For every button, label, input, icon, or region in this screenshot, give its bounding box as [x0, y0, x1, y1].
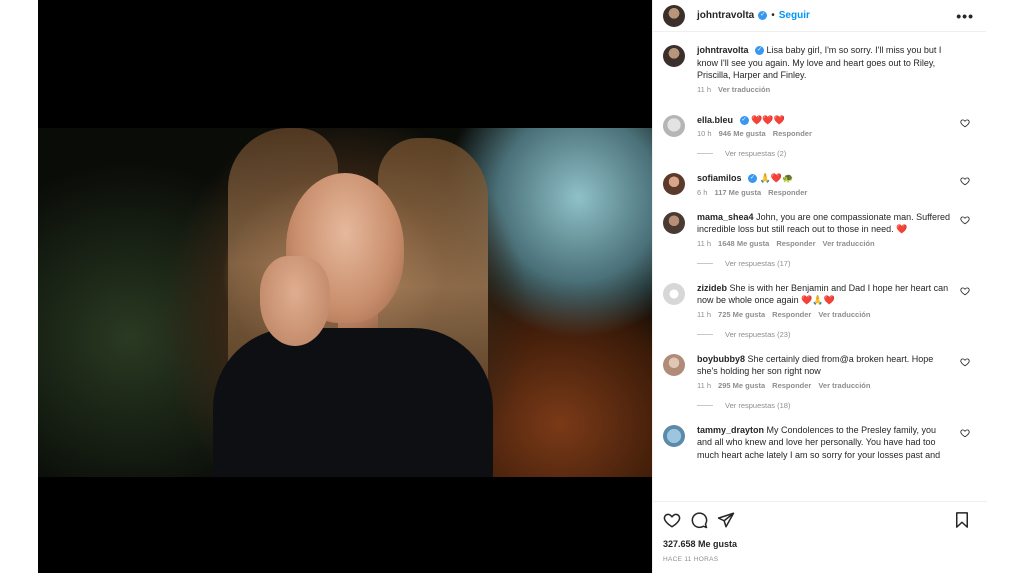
comment-item: tammy_drayton My Condolences to the Pres…: [663, 424, 978, 462]
verified-badge-icon: ✓: [755, 46, 765, 56]
translate-link[interactable]: Ver traducción: [823, 239, 875, 248]
comments-list[interactable]: johntravolta ✓ Lisa baby girl, I'm so so…: [653, 32, 986, 502]
post-header: johntravolta ✓ • Seguir •••: [653, 0, 986, 32]
reply-button[interactable]: Responder: [772, 381, 811, 390]
heart-outline-icon[interactable]: [960, 286, 970, 296]
comment-likes[interactable]: 117 Me gusta: [714, 188, 761, 197]
comment-username[interactable]: tammy_drayton: [697, 425, 764, 435]
heart-icon[interactable]: [663, 511, 681, 529]
reply-button[interactable]: Responder: [768, 188, 807, 197]
comment-time[interactable]: 11 h: [697, 239, 711, 248]
reply-button[interactable]: Responder: [773, 129, 812, 138]
follow-button[interactable]: Seguir: [779, 10, 810, 21]
view-replies-button[interactable]: Ver respuestas (18): [697, 401, 953, 410]
comment-avatar[interactable]: [663, 353, 685, 376]
post-footer: 327.658 Me gusta HACE 11 HORAS: [653, 501, 987, 573]
comment-username[interactable]: boybubby8: [697, 354, 745, 364]
header-separator: •: [771, 10, 775, 21]
heart-outline-icon[interactable]: [960, 118, 970, 128]
comment-text: 🙏❤️🐢: [759, 173, 794, 183]
like-count[interactable]: 327.658 Me gusta: [663, 539, 977, 549]
comment-username[interactable]: sofiamilos: [697, 173, 742, 183]
view-replies-label: Ver respuestas (18): [725, 400, 791, 410]
author-avatar[interactable]: [663, 4, 685, 27]
post-photo: [38, 128, 652, 477]
comment-item: mama_shea4 John, you are one compassiona…: [663, 211, 978, 268]
comment-username[interactable]: mama_shea4: [697, 212, 754, 222]
comment-avatar[interactable]: [663, 282, 685, 305]
heart-outline-icon[interactable]: [960, 428, 970, 438]
author-username[interactable]: johntravolta: [697, 10, 754, 21]
comment-item: sofiamilos ✓ 🙏❤️🐢 6 h 117 Me gusta Respond…: [663, 172, 978, 197]
comment-text: She is with her Benjamin and Dad I hope …: [697, 282, 949, 306]
comment-item: zizideb She is with her Benjamin and Dad…: [663, 282, 978, 339]
caption-time[interactable]: 11 h: [697, 85, 711, 94]
heart-outline-icon[interactable]: [960, 215, 970, 225]
comment-time[interactable]: 11 h: [697, 381, 711, 390]
verified-badge-icon: ✓: [758, 11, 768, 20]
comment-username[interactable]: ella.bleu: [697, 115, 733, 125]
view-replies-button[interactable]: Ver respuestas (23): [697, 330, 953, 339]
comment-likes[interactable]: 1648 Me gusta: [718, 239, 769, 248]
caption-translate-link[interactable]: Ver traducción: [718, 85, 770, 94]
caption-avatar[interactable]: [663, 45, 685, 67]
view-replies-button[interactable]: Ver respuestas (2): [697, 149, 953, 158]
reply-button[interactable]: Responder: [772, 310, 811, 319]
heart-outline-icon[interactable]: [960, 357, 970, 367]
comment-username[interactable]: zizideb: [697, 283, 727, 293]
comment-bubble-icon[interactable]: [690, 511, 708, 529]
heart-outline-icon[interactable]: [960, 176, 970, 186]
action-bar: [663, 510, 977, 530]
verified-badge-icon: ✓: [739, 115, 749, 125]
comment-avatar[interactable]: [663, 424, 685, 447]
comment-item: ella.bleu ✓ ❤️❤️❤️ 10 h 946 Me gusta Respo…: [663, 114, 978, 158]
more-options-icon[interactable]: •••: [956, 8, 974, 24]
translate-link[interactable]: Ver traducción: [818, 381, 870, 390]
caption-username[interactable]: johntravolta: [697, 45, 749, 55]
view-replies-label: Ver respuestas (23): [725, 329, 791, 339]
comment-time[interactable]: 6 h: [697, 188, 707, 197]
post-side-panel: johntravolta ✓ • Seguir ••• johntravolta…: [652, 0, 987, 573]
comment-text: ❤️❤️❤️: [751, 114, 785, 125]
comment-likes[interactable]: 295 Me gusta: [718, 381, 765, 390]
caption: johntravolta ✓ Lisa baby girl, I'm so so…: [663, 44, 978, 94]
comment-time[interactable]: 11 h: [697, 310, 711, 319]
paper-plane-icon[interactable]: [717, 511, 735, 529]
comment-likes[interactable]: 725 Me gusta: [718, 310, 765, 319]
comment-avatar[interactable]: [663, 173, 685, 195]
comment-avatar[interactable]: [663, 114, 685, 137]
comment-likes[interactable]: 946 Me gusta: [719, 129, 766, 138]
comment-time[interactable]: 10 h: [697, 129, 712, 138]
view-replies-button[interactable]: Ver respuestas (17): [697, 259, 953, 268]
view-replies-label: Ver respuestas (2): [725, 149, 787, 158]
comment-avatar[interactable]: [663, 211, 685, 234]
reply-button[interactable]: Responder: [776, 239, 815, 248]
photo-body: [213, 328, 493, 477]
post-media[interactable]: [38, 0, 652, 573]
post-timestamp[interactable]: HACE 11 HORAS: [663, 556, 977, 563]
verified-badge-icon: ✓: [748, 174, 758, 184]
view-replies-label: Ver respuestas (17): [725, 258, 791, 268]
translate-link[interactable]: Ver traducción: [818, 310, 870, 319]
photo-hand: [260, 256, 330, 346]
comment-item: boybubby8 She certainly died from@a brok…: [663, 353, 978, 410]
bookmark-icon[interactable]: [953, 511, 971, 529]
